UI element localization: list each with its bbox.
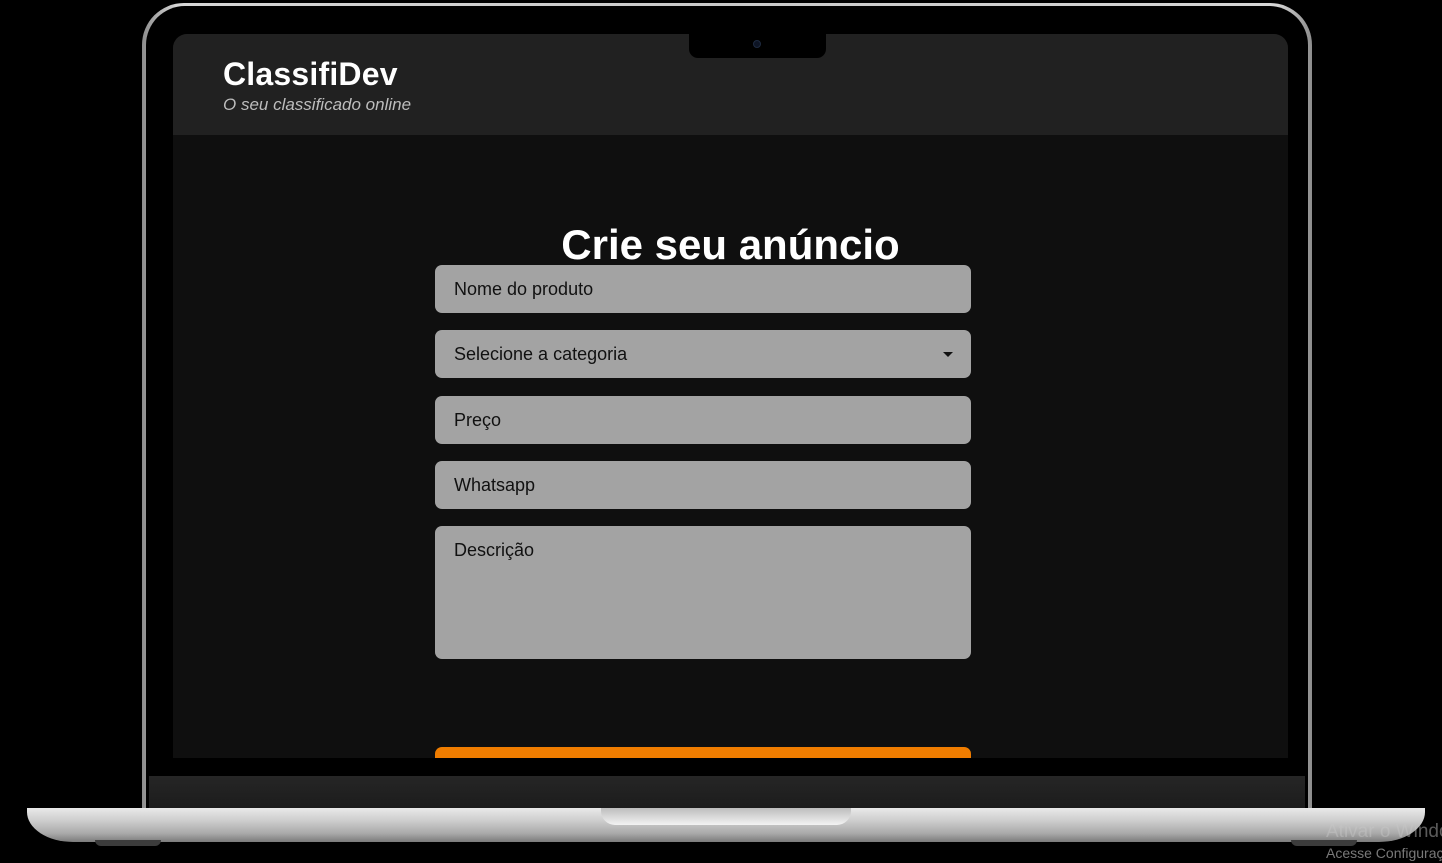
product-name-placeholder: Nome do produto [454,278,594,299]
windows-activation-watermark: Ativar o Windows Acesse Configurações pa… [1326,820,1442,862]
screen-bezel: ClassifiDev O seu classificado online Cr… [146,6,1308,815]
product-name-input[interactable]: Nome do produto [435,265,971,313]
main-content: Crie seu anúncio Nome do produto Selecio… [173,135,1288,758]
camera-icon [753,40,761,48]
brand-logo[interactable]: ClassifiDev [223,56,398,93]
category-select[interactable]: Selecione a categoria [435,330,971,378]
browser-viewport: ClassifiDev O seu classificado online Cr… [173,34,1288,758]
laptop-base [27,808,1425,846]
price-placeholder: Preço [454,409,502,430]
laptop-foot-left [95,840,161,846]
laptop-thumb-notch [601,808,851,825]
watermark-subtitle: Acesse Configurações para ativar o Windo… [1326,845,1442,861]
brand-tagline: O seu classificado online [223,95,412,114]
laptop-lid: ClassifiDev O seu classificado online Cr… [142,3,1312,815]
device-frame: ClassifiDev O seu classificado online Cr… [0,0,1442,863]
description-textarea[interactable]: Descrição [435,526,971,659]
whatsapp-input[interactable]: Whatsapp [435,461,971,509]
submit-button[interactable] [435,747,971,758]
page-title: Crie seu anúncio [561,221,900,268]
category-select-value: Selecione a categoria [454,343,628,364]
laptop-hinge [149,776,1305,808]
price-input[interactable]: Preço [435,396,971,444]
watermark-title: Ativar o Windows [1326,821,1442,842]
whatsapp-placeholder: Whatsapp [454,474,536,495]
chevron-down-icon [943,352,953,357]
screen-notch [689,34,826,58]
description-placeholder: Descrição [454,540,535,560]
